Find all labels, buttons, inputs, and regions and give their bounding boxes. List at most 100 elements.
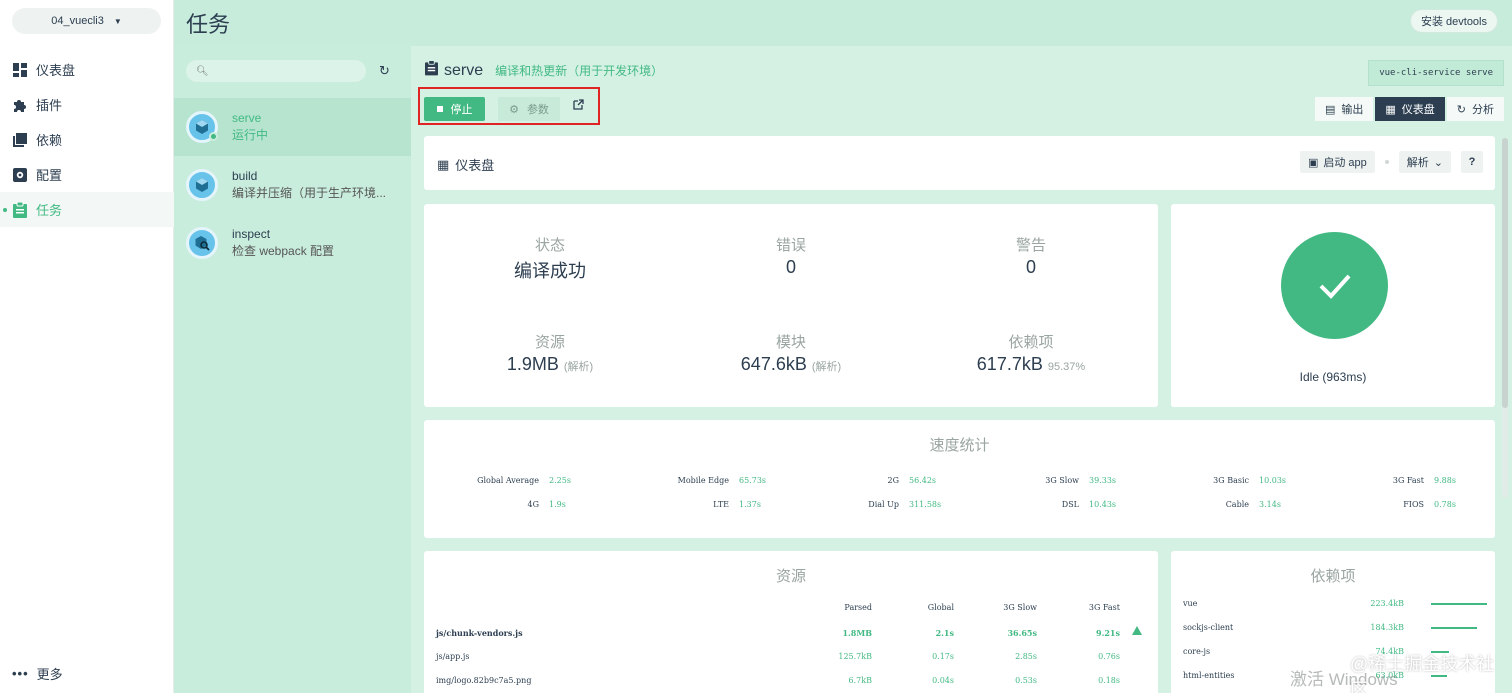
- top-bar: 任务 安装 devtools: [174, 0, 1512, 46]
- asset-3g-fast: 0.76s: [1098, 652, 1120, 661]
- dashboard-title-text: 仪表盘: [455, 158, 495, 173]
- gear-icon: [12, 167, 28, 183]
- speed-stat: 4G 1.9s: [464, 500, 583, 509]
- project-selector[interactable]: 04_vuecli3 ▼: [12, 8, 161, 34]
- nav-item-tasks[interactable]: 任务: [0, 192, 174, 227]
- asset-3g-fast: 9.21s: [1096, 628, 1120, 638]
- output-icon: ▤: [1324, 103, 1336, 116]
- install-devtools-button[interactable]: 安装 devtools: [1409, 9, 1498, 33]
- speed-value: 56.42s: [909, 476, 937, 485]
- speed-key: 4G: [527, 500, 539, 509]
- speed-value: 2.25s: [549, 476, 571, 485]
- speed-value: 3.14s: [1259, 500, 1281, 509]
- stat-note[interactable]: (解析): [564, 361, 593, 373]
- tab-analyze[interactable]: ↻ 分析: [1446, 97, 1504, 121]
- running-badge: [209, 132, 218, 141]
- params-button[interactable]: ⚙ 参数: [498, 97, 560, 121]
- column-header: 3G Fast: [1088, 603, 1120, 612]
- nav-item-config[interactable]: 配置: [0, 157, 174, 192]
- task-icon: [186, 111, 218, 143]
- tab-output[interactable]: ▤ 输出: [1314, 97, 1374, 121]
- window-icon: ▣: [1307, 156, 1319, 169]
- separator-dot: [1384, 160, 1389, 164]
- mode-select[interactable]: 解析 ⌄: [1398, 151, 1451, 173]
- project-name: 04_vuecli3: [51, 15, 104, 27]
- asset-3g-fast: 0.18s: [1098, 676, 1120, 685]
- task-detail: serve 编译和热更新（用于开发环境） vue-cli-service ser…: [411, 46, 1512, 693]
- task-icon: [186, 169, 218, 201]
- speed-stat: DSL 10.43s: [1004, 500, 1123, 509]
- stat-value: 0: [785, 257, 796, 277]
- stat-status: 状态 编译成功: [450, 234, 650, 283]
- asset-3g-slow: 2.85s: [1015, 652, 1037, 661]
- task-item-inspect[interactable]: inspect 检查 webpack 配置: [174, 214, 411, 272]
- task-description: 编译和热更新（用于开发环境）: [495, 64, 664, 78]
- scrollbar-thumb[interactable]: [1502, 138, 1508, 408]
- task-command: vue-cli-service serve: [1368, 60, 1504, 86]
- table-row: js/chunk-vendors.js 1.8MB 2.1s 36.65s 9.…: [424, 626, 1158, 648]
- more-menu[interactable]: ••• 更多: [12, 664, 63, 683]
- open-app-button[interactable]: ▣ 启动 app: [1299, 151, 1375, 173]
- task-item-serve[interactable]: serve 运行中: [174, 98, 411, 156]
- dependency-size: 223.4kB: [1370, 599, 1404, 608]
- speed-key: Dial Up: [868, 500, 899, 509]
- scrollbar[interactable]: [1502, 138, 1508, 498]
- stat-note: 95.37%: [1047, 361, 1086, 373]
- more-icon: •••: [12, 666, 29, 681]
- stat-value: 编译成功: [514, 261, 586, 281]
- dependency-name: core-js: [1183, 647, 1211, 656]
- dashboard-icon: ▦: [1385, 103, 1396, 116]
- warning-icon: [1132, 626, 1142, 635]
- tab-dashboard[interactable]: ▦ 仪表盘: [1375, 97, 1445, 121]
- speed-value: 9.88s: [1434, 476, 1456, 485]
- active-indicator: [3, 207, 7, 212]
- speed-value: 39.33s: [1089, 476, 1117, 485]
- column-header: Global: [927, 603, 954, 612]
- nav-item-plugins[interactable]: 插件: [0, 87, 174, 122]
- open-app-label: 启动 app: [1323, 157, 1367, 169]
- task-item-build[interactable]: build 编译并压缩（用于生产环境...: [174, 156, 411, 214]
- dependency-name: vue: [1183, 599, 1198, 608]
- asset-global: 2.1s: [935, 628, 954, 638]
- stat-modules: 模块 647.6kB (解析): [691, 331, 891, 375]
- dependency-row: sockjs-client 184.3kB: [1183, 623, 1488, 643]
- column-header: 3G Slow: [1003, 603, 1037, 612]
- speed-stat: 3G Fast 9.88s: [1349, 476, 1468, 485]
- stat-note[interactable]: (解析): [812, 361, 841, 373]
- build-stats-card: 状态 编译成功 错误 0 警告 0 资源 1.9MB (解析) 模块 647.6…: [424, 204, 1158, 407]
- refresh-icon[interactable]: ↻: [379, 63, 390, 79]
- speed-stat: 3G Basic 10.03s: [1174, 476, 1293, 485]
- speed-value: 1.9s: [549, 500, 566, 509]
- open-external-icon[interactable]: [573, 99, 584, 113]
- stat-label: 依赖项: [1008, 334, 1054, 351]
- nav-label: 仪表盘: [36, 63, 76, 78]
- asset-parsed: 125.7kB: [838, 652, 872, 661]
- speed-value: 10.03s: [1259, 476, 1287, 485]
- assets-card: 资源 Parsed Global 3G Slow 3G Fast js/chun…: [424, 551, 1158, 693]
- stat-value: 0: [1025, 257, 1036, 277]
- table-row: js/app.js 125.7kB 0.17s 2.85s 0.76s: [424, 652, 1158, 672]
- status-indicator: [1281, 232, 1388, 339]
- speed-stat: Mobile Edge 65.73s: [654, 476, 773, 485]
- asset-parsed: 6.7kB: [848, 676, 872, 685]
- clipboard-icon: [425, 60, 438, 81]
- stop-icon: [436, 106, 443, 112]
- stat-assets: 资源 1.9MB (解析): [450, 331, 650, 375]
- caret-down-icon: ▼: [113, 16, 122, 26]
- stat-warnings: 警告 0: [931, 234, 1131, 278]
- dashboard-icon: ▦: [437, 156, 450, 172]
- stop-button[interactable]: 停止: [424, 97, 485, 121]
- stat-value: 1.9MB: [506, 354, 559, 374]
- nav-item-dependencies[interactable]: 依赖: [0, 122, 174, 157]
- table-row: img/logo.82b9c7a5.png 6.7kB 0.04s 0.53s …: [424, 676, 1158, 693]
- nav-label: 依赖: [36, 133, 63, 148]
- speed-key: 3G Basic: [1213, 476, 1249, 485]
- asset-parsed: 1.8MB: [842, 628, 872, 638]
- task-list: 🔍︎ ↻ serve 运行中 build 编译并压缩（用于生产环境... ins…: [174, 46, 411, 693]
- nav-item-dashboard[interactable]: 仪表盘: [0, 52, 174, 87]
- speed-title: 速度统计: [929, 437, 990, 454]
- task-header: serve 编译和热更新（用于开发环境）: [425, 60, 663, 81]
- task-search-input[interactable]: 🔍︎: [186, 60, 366, 82]
- help-button[interactable]: ?: [1461, 151, 1483, 173]
- stat-label: 模块: [775, 334, 806, 351]
